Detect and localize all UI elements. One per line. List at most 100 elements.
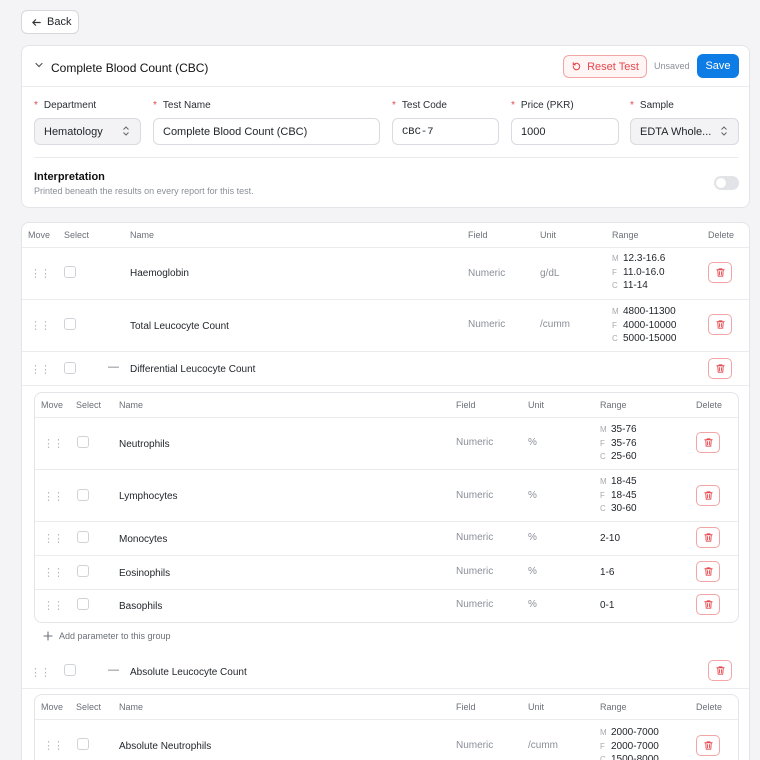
delete-button[interactable] (696, 432, 720, 453)
row-divider (22, 247, 749, 248)
price-label: * Price (PKR) (511, 100, 574, 111)
parameter-field: Numeric (468, 268, 506, 279)
row-divider (35, 469, 738, 470)
grip-vertical-icon[interactable]: ⋮⋮ (43, 599, 64, 612)
select-checkbox[interactable] (77, 565, 89, 577)
sample-select[interactable]: EDTA Whole... (630, 118, 739, 145)
select-checkbox[interactable] (77, 436, 89, 448)
parameter-range: M 35-76 F 35-76 C 25-60 (600, 424, 637, 462)
delete-button[interactable] (696, 594, 720, 615)
test-name-input[interactable]: Complete Blood Count (CBC) (153, 118, 380, 145)
grip-vertical-icon[interactable]: ⋮⋮ (30, 267, 51, 280)
delete-button[interactable] (708, 262, 732, 283)
group-parameters-table: Move Select Name Field Unit Range Delete… (34, 392, 739, 623)
parameter-unit: % (528, 437, 537, 448)
select-checkbox[interactable] (77, 598, 89, 610)
col-move: Move (28, 230, 51, 240)
select-checkbox[interactable] (64, 318, 76, 330)
rotate-ccw-icon (571, 61, 582, 72)
parameter-field: Numeric (456, 490, 494, 501)
select-checkbox[interactable] (64, 362, 76, 374)
select-checkbox[interactable] (77, 738, 89, 750)
col-select: Select (76, 400, 102, 410)
parameter-range: 0-1 (600, 600, 615, 611)
chevron-down-icon[interactable] (34, 60, 44, 73)
parameter-field: Numeric (456, 532, 494, 543)
grip-vertical-icon[interactable]: ⋮⋮ (43, 437, 64, 450)
select-checkbox[interactable] (64, 664, 76, 676)
col-field: Field (456, 400, 476, 410)
delete-button[interactable] (696, 561, 720, 582)
col-name: Name (119, 400, 144, 410)
interpretation-title: Interpretation (34, 171, 105, 183)
test-title: Complete Blood Count (CBC) (51, 61, 209, 75)
test-code-input[interactable]: CBC-7 (392, 118, 499, 145)
trash-icon (703, 437, 714, 448)
save-button[interactable]: Save (697, 54, 739, 78)
group-name: Absolute Leucocyte Count (130, 667, 247, 678)
col-range: Range (600, 702, 627, 712)
col-range: Range (612, 230, 639, 240)
col-name: Name (119, 702, 144, 712)
arrow-left-icon (31, 17, 42, 28)
group-name: Differential Leucocyte Count (130, 364, 256, 375)
delete-button[interactable] (708, 314, 732, 335)
grip-vertical-icon[interactable]: ⋮⋮ (30, 363, 51, 376)
parameter-name: Monocytes (119, 534, 168, 545)
chevron-updown-icon (720, 125, 728, 138)
row-divider (22, 688, 749, 689)
delete-button[interactable] (708, 358, 732, 379)
parameter-range: M 12.3-16.6 F 11.0-16.0 C 11-14 (612, 253, 666, 291)
delete-button[interactable] (708, 660, 732, 681)
row-divider (22, 385, 749, 386)
parameter-range: M 18-45 F 18-45 C 30-60 (600, 476, 637, 514)
parameter-field: Numeric (456, 599, 494, 610)
row-divider (22, 351, 749, 352)
trash-icon (715, 363, 726, 374)
delete-button[interactable] (696, 527, 720, 548)
col-unit: Unit (540, 230, 557, 240)
grip-vertical-icon[interactable]: ⋮⋮ (43, 490, 64, 503)
reset-test-button[interactable]: Reset Test (563, 55, 647, 78)
interpretation-subtitle: Printed beneath the results on every rep… (34, 186, 254, 196)
trash-icon (703, 740, 714, 751)
delete-button[interactable] (696, 735, 720, 756)
parameter-field: Numeric (456, 437, 494, 448)
test-header: Complete Blood Count (CBC) Reset Test Un… (22, 46, 749, 87)
col-select: Select (64, 230, 90, 240)
back-button[interactable]: Back (21, 10, 79, 34)
grip-vertical-icon[interactable]: ⋮⋮ (30, 666, 51, 679)
parameter-name: Total Leucocyte Count (130, 321, 229, 332)
delete-button[interactable] (696, 485, 720, 506)
chevron-updown-icon (122, 125, 130, 138)
parameter-range: 2-10 (600, 533, 621, 544)
add-parameter-label: Add parameter to this group (59, 631, 171, 641)
select-checkbox[interactable] (77, 489, 89, 501)
grip-vertical-icon[interactable]: ⋮⋮ (43, 532, 64, 545)
parameter-name: Eosinophils (119, 568, 171, 579)
back-label: Back (47, 16, 72, 28)
department-select[interactable]: Hematology (34, 118, 141, 145)
toggle-knob (716, 178, 726, 188)
trash-icon (715, 319, 726, 330)
price-input[interactable]: 1000 (511, 118, 619, 145)
grip-vertical-icon[interactable]: ⋮⋮ (43, 739, 64, 752)
trash-icon (703, 599, 714, 610)
grip-vertical-icon[interactable]: ⋮⋮ (43, 566, 64, 579)
parameter-name: Basophils (119, 601, 163, 612)
parameter-unit: /cumm (540, 319, 570, 330)
minus-icon[interactable]: — (108, 664, 119, 676)
parameter-range: 1-6 (600, 567, 615, 578)
col-range: Range (600, 400, 627, 410)
trash-icon (715, 267, 726, 278)
interpretation-toggle[interactable] (714, 176, 739, 190)
parameter-unit: % (528, 599, 537, 610)
select-checkbox[interactable] (77, 531, 89, 543)
row-divider (35, 521, 738, 522)
trash-icon (703, 566, 714, 577)
select-checkbox[interactable] (64, 266, 76, 278)
add-parameter-button[interactable]: Add parameter to this group (43, 631, 171, 641)
grip-vertical-icon[interactable]: ⋮⋮ (30, 319, 51, 332)
row-divider (22, 299, 749, 300)
minus-icon[interactable]: — (108, 361, 119, 373)
